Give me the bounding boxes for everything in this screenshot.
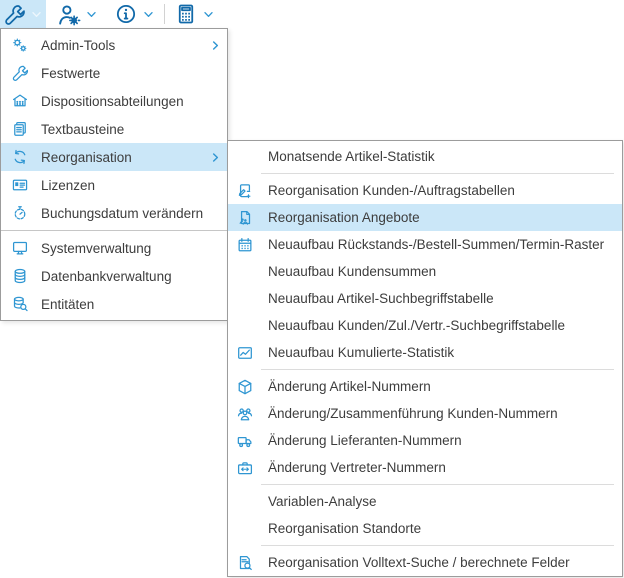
submenu-separator [261,545,614,546]
menu-item-reorganisation[interactable]: Reorganisation [1,143,227,171]
truck-icon [236,432,254,450]
line-chart-icon [236,344,254,362]
submenu-item-neuaufbau-artikel-suchbegriffstabelle[interactable]: Neuaufbau Artikel-Suchbegriffstabelle [228,285,622,312]
database-search-icon [11,295,29,313]
calculator-icon [174,2,198,26]
submenu-item-label: Reorganisation Angebote [268,210,616,225]
chevron-right-icon [209,39,221,51]
icon-placeholder [236,263,254,281]
submenu-item-label: Monatsende Artikel-Statistik [268,149,616,164]
document-search-icon [236,554,254,572]
menu-item-admin-tools[interactable]: Admin-Tools [1,31,227,59]
menu-item-label: Datenbankverwaltung [41,269,221,284]
user-gear-icon [56,2,81,27]
submenu-item-monatsende-artikel-statistik[interactable]: Monatsende Artikel-Statistik [228,143,622,170]
menu-separator [1,230,227,231]
chevron-down-icon[interactable] [29,0,43,28]
calendar-icon [236,236,254,254]
submenu-item-label: Änderung Lieferanten-Nummern [268,433,616,448]
menu-item-label: Entitäten [41,297,221,312]
document-people-icon [236,209,254,227]
chevron-down-icon[interactable] [201,0,215,28]
menu-item-datenbankverwaltung[interactable]: Datenbankverwaltung [1,262,227,290]
table-edit-icon [236,182,254,200]
gears-icon [11,36,29,54]
toolbar-button-tools[interactable] [0,0,46,28]
toolbar [0,0,624,28]
reorganisation-submenu: Monatsende Artikel-Statistik Reorganisat… [227,140,623,577]
text-blocks-icon [11,120,29,138]
submenu-item-label: Neuaufbau Artikel-Suchbegriffstabelle [268,291,616,306]
toolbar-separator [164,4,165,24]
menu-item-dispositionsabteilungen[interactable]: Dispositionsabteilungen [1,87,227,115]
info-icon [114,2,138,26]
menu-item-textbausteine[interactable]: Textbausteine [1,115,227,143]
icon-placeholder [236,290,254,308]
submenu-item-neuaufbau-kumulierte-statistik[interactable]: Neuaufbau Kumulierte-Statistik [228,339,622,366]
submenu-separator [261,369,614,370]
submenu-item-label: Reorganisation Volltext-Suche / berechne… [268,555,616,570]
submenu-separator [261,484,614,485]
submenu-item-reorganisation-kunden-auftragstabellen[interactable]: Reorganisation Kunden-/Auftragstabellen [228,177,622,204]
menu-item-entitaeten[interactable]: Entitäten [1,290,227,318]
submenu-item-label: Neuaufbau Kundensummen [268,264,616,279]
cube-icon [236,378,254,396]
icon-placeholder [236,148,254,166]
submenu-item-label: Reorganisation Standorte [268,521,616,536]
menu-item-label: Dispositionsabteilungen [41,94,221,109]
chevron-down-icon[interactable] [141,0,155,28]
submenu-item-variablen-analyse[interactable]: Variablen-Analyse [228,488,622,515]
submenu-item-label: Änderung Vertreter-Nummern [268,460,616,475]
submenu-item-neuaufbau-kunden-zul-vertr-suchbegriffstabelle[interactable]: Neuaufbau Kunden/Zul./Vertr.-Suchbegriff… [228,312,622,339]
submenu-item-label: Neuaufbau Kunden/Zul./Vertr.-Suchbegriff… [268,318,616,333]
submenu-item-aenderung-lieferanten-nummern[interactable]: Änderung Lieferanten-Nummern [228,427,622,454]
menu-item-label: Textbausteine [41,122,221,137]
submenu-item-neuaufbau-kundensummen[interactable]: Neuaufbau Kundensummen [228,258,622,285]
license-card-icon [11,176,29,194]
icon-placeholder [236,317,254,335]
monitor-icon [11,239,29,257]
submenu-item-label: Variablen-Analyse [268,494,616,509]
submenu-item-label: Reorganisation Kunden-/Auftragstabellen [268,183,616,198]
menu-item-label: Admin-Tools [41,38,197,53]
menu-item-label: Reorganisation [41,150,197,165]
sync-icon [11,148,29,166]
submenu-separator [261,173,614,174]
chevron-right-icon [209,151,221,163]
submenu-item-neuaufbau-rueckstands-bestell-summen-termin-raster[interactable]: Neuaufbau Rückstands-/Bestell-Summen/Ter… [228,231,622,258]
admin-dropdown-menu: Admin-Tools Festwerte Dispositionsabteil… [0,28,228,321]
submenu-item-label: Änderung Artikel-Nummern [268,379,616,394]
toolbar-button-calculator[interactable] [171,0,218,28]
menu-item-label: Festwerte [41,66,221,81]
submenu-item-reorganisation-standorte[interactable]: Reorganisation Standorte [228,515,622,542]
submenu-item-reorganisation-angebote[interactable]: Reorganisation Angebote [228,204,622,231]
menu-item-label: Lizenzen [41,178,221,193]
database-icon [11,267,29,285]
menu-item-buchungsdatum-veraendern[interactable]: Buchungsdatum verändern [1,199,227,227]
stopwatch-icon [11,204,29,222]
submenu-item-label: Neuaufbau Kumulierte-Statistik [268,345,616,360]
menu-item-systemverwaltung[interactable]: Systemverwaltung [1,234,227,262]
briefcase-icon [236,459,254,477]
submenu-item-aenderung-zusammenfuehrung-kunden-nummern[interactable]: Änderung/Zusammenführung Kunden-Nummern [228,400,622,427]
submenu-item-reorganisation-volltext-suche-berechnete-felder[interactable]: Reorganisation Volltext-Suche / berechne… [228,549,622,576]
submenu-item-label: Änderung/Zusammenführung Kunden-Nummern [268,406,616,421]
chevron-down-icon[interactable] [84,0,98,28]
menu-item-lizenzen[interactable]: Lizenzen [1,171,227,199]
menu-item-label: Buchungsdatum verändern [41,206,221,221]
people-group-icon [236,405,254,423]
wrench-icon [11,64,29,82]
icon-placeholder [236,520,254,538]
toolbar-button-info[interactable] [111,0,158,28]
submenu-item-aenderung-artikel-nummern[interactable]: Änderung Artikel-Nummern [228,373,622,400]
wrench-icon [3,3,26,26]
submenu-item-label: Neuaufbau Rückstands-/Bestell-Summen/Ter… [268,237,616,252]
submenu-item-aenderung-vertreter-nummern[interactable]: Änderung Vertreter-Nummern [228,454,622,481]
menu-item-festwerte[interactable]: Festwerte [1,59,227,87]
icon-placeholder [236,493,254,511]
department-building-icon [11,92,29,110]
menu-item-label: Systemverwaltung [41,241,221,256]
toolbar-button-user-settings[interactable] [53,0,101,28]
